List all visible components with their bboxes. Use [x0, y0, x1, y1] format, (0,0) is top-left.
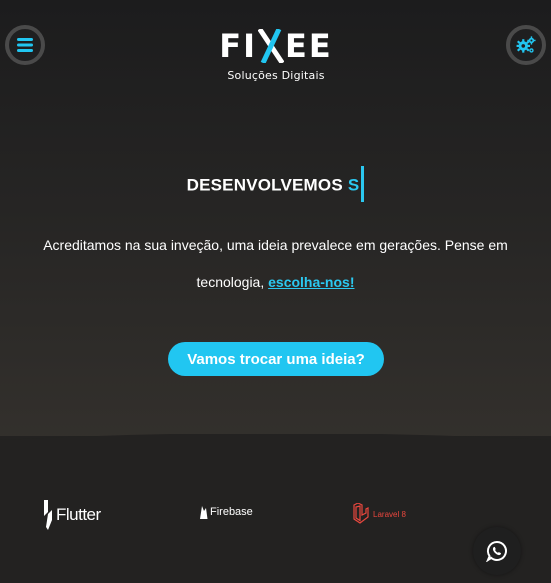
hero-lead: Acreditamos na sua inveção, uma ideia pr…: [30, 227, 521, 301]
bars-icon: [17, 38, 33, 52]
logo-word-right: EE: [285, 27, 333, 65]
firebase-logo-icon: [200, 506, 208, 519]
hero-headline: DESENVOLVEMOS S: [0, 166, 551, 204]
partner-flutter: Flutter: [44, 500, 101, 530]
flutter-logo-icon: [44, 500, 52, 530]
headline-typed-text: S: [347, 175, 360, 195]
choose-us-link[interactable]: escolha-nos!: [268, 274, 354, 290]
laravel-logo-icon: [353, 503, 369, 524]
whatsapp-button[interactable]: [473, 527, 521, 575]
logo-tagline: Soluções Digitais: [227, 69, 325, 82]
typing-caret: [361, 166, 365, 202]
fixee-logo[interactable]: FI EE Soluções Digitais: [210, 26, 342, 88]
whatsapp-icon: [486, 540, 507, 562]
partner-firebase-label: Firebase: [210, 506, 253, 518]
settings-button[interactable]: [506, 25, 546, 65]
section-curve-divider: [0, 434, 551, 464]
gears-icon: [516, 36, 536, 53]
contact-cta-button[interactable]: Vamos trocar uma ideia?: [168, 342, 384, 376]
partner-laravel-label: Laravel 8: [373, 509, 406, 519]
logo-word-left: FI: [219, 27, 258, 65]
menu-button[interactable]: [5, 25, 45, 65]
logo-x-mark-icon: [258, 29, 285, 63]
partner-firebase: Firebase: [199, 505, 253, 519]
partner-flutter-label: Flutter: [56, 505, 101, 524]
partner-laravel: Laravel 8: [353, 503, 406, 525]
headline-static: DESENVOLVEMOS: [186, 175, 343, 195]
